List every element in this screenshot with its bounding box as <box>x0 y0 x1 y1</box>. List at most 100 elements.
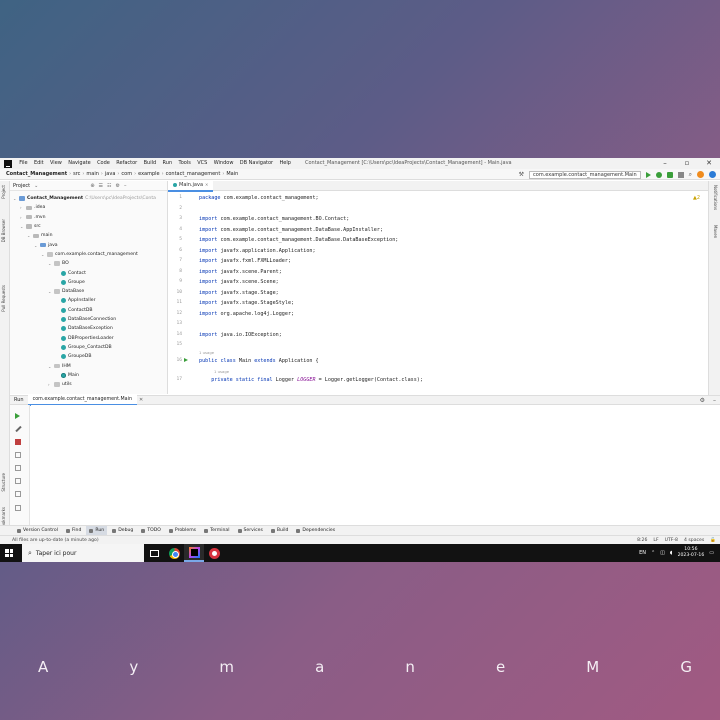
stop-icon[interactable] <box>15 439 21 445</box>
tree-item[interactable]: Groupe_ContactDB <box>55 343 112 352</box>
debug-icon[interactable] <box>655 171 662 178</box>
breadcrumb-item[interactable]: java <box>103 171 117 177</box>
structure-tool-tab[interactable]: Structure <box>1 473 9 492</box>
usage-hint[interactable]: 1 usage <box>199 350 214 355</box>
pull-requests-tool-tab[interactable]: Pull Requests <box>1 285 9 312</box>
expand-arrow-icon[interactable]: ⌄ <box>13 196 17 201</box>
expand-all-icon[interactable]: ☰ <box>99 183 103 189</box>
taskbar-search[interactable]: ⌕ Taper ici pour <box>22 544 144 562</box>
project-tool-tab[interactable]: Project <box>1 185 9 199</box>
maven-tool-tab[interactable]: Maven <box>713 225 718 238</box>
expand-arrow-icon[interactable]: ⌄ <box>48 261 52 266</box>
task-view-button[interactable] <box>144 544 164 562</box>
menu-refactor[interactable]: Refactor <box>113 158 140 169</box>
taskbar-clock[interactable]: 10:56 2023-07-16 <box>678 547 705 559</box>
tool-tab-dependencies[interactable]: Dependencies <box>293 526 338 535</box>
notifications-tool-tab[interactable]: Notifications <box>713 185 718 210</box>
tool-tab-debug[interactable]: Debug <box>109 526 136 535</box>
taskbar-intellij[interactable] <box>184 544 204 562</box>
breadcrumb-item[interactable]: Contact_Management <box>4 171 69 177</box>
breadcrumb-item[interactable]: src <box>71 171 82 177</box>
tree-item[interactable]: GroupeDB <box>55 352 92 361</box>
tree-item[interactable]: ⌄ com.example.contact_management <box>41 250 138 259</box>
rerun-icon[interactable] <box>15 413 20 419</box>
update-icon[interactable] <box>709 171 716 178</box>
usage-hint[interactable]: 1 usage <box>214 369 229 374</box>
tree-item[interactable]: ⌄ BO <box>48 259 69 268</box>
tree-item[interactable]: ⌄ IHM <box>48 361 71 370</box>
collapse-arrow-icon[interactable]: › <box>20 205 24 210</box>
tool-tab-services[interactable]: Services <box>235 526 266 535</box>
close-run-tab-icon[interactable]: ✕ <box>139 397 143 403</box>
avatar-icon[interactable] <box>697 171 704 178</box>
maximize-button[interactable]: ▫ <box>676 158 698 169</box>
menu-navigate[interactable]: Navigate <box>65 158 94 169</box>
language-indicator[interactable]: EN <box>639 550 646 556</box>
expand-arrow-icon[interactable]: ⌄ <box>20 224 24 229</box>
run-icon[interactable] <box>645 171 651 178</box>
tree-item[interactable]: › .mvn <box>20 213 46 222</box>
menu-file[interactable]: File <box>16 158 31 169</box>
expand-arrow-icon[interactable]: ⌄ <box>41 252 45 257</box>
locate-icon[interactable]: ⊕ <box>90 183 94 189</box>
db-browser-tool-tab[interactable]: DB Browser <box>1 219 9 242</box>
chevron-up-icon[interactable]: ⌃ <box>651 550 655 556</box>
tree-item[interactable]: › .idea <box>20 203 45 212</box>
tool-tab-run[interactable]: Run <box>86 526 108 535</box>
tree-item[interactable]: ⌄ main <box>27 231 52 240</box>
gear-icon[interactable]: ⚙ <box>700 397 705 404</box>
collapse-arrow-icon[interactable]: › <box>20 215 24 220</box>
tool-tab-terminal[interactable]: Terminal <box>201 526 232 535</box>
tree-item[interactable]: Groupe <box>55 278 85 287</box>
minimize-button[interactable]: – <box>654 158 676 169</box>
tool-tab-problems[interactable]: Problems <box>166 526 199 535</box>
stop-icon[interactable] <box>677 171 684 178</box>
expand-arrow-icon[interactable]: ⌄ <box>48 364 52 369</box>
start-button[interactable] <box>0 544 18 562</box>
menu-run[interactable]: Run <box>159 158 175 169</box>
run-gutter-icon[interactable] <box>184 358 188 362</box>
gear-icon[interactable]: ⚙ <box>115 183 119 189</box>
breadcrumb-item[interactable]: Main <box>224 171 240 177</box>
coverage-icon[interactable] <box>666 171 673 178</box>
tree-item[interactable]: AppInstaller <box>55 296 96 305</box>
trash-icon[interactable] <box>15 478 21 484</box>
tree-item[interactable]: ContactDB <box>55 306 93 315</box>
tree-item[interactable]: ⌄ DataBase <box>48 287 84 296</box>
tool-tab-build[interactable]: Build <box>268 526 292 535</box>
close-button[interactable]: ✕ <box>698 158 720 169</box>
tree-item[interactable]: Main <box>55 371 79 380</box>
hide-icon[interactable]: – <box>124 183 127 189</box>
run-console-output[interactable] <box>31 405 720 525</box>
expand-arrow-icon[interactable]: ⌄ <box>27 233 31 238</box>
tree-item[interactable]: ⌄ java <box>34 241 58 250</box>
close-tab-icon[interactable]: ✕ <box>205 180 208 190</box>
menu-view[interactable]: View <box>47 158 65 169</box>
hide-icon[interactable]: – <box>713 397 716 404</box>
menu-build[interactable]: Build <box>140 158 159 169</box>
expand-arrow-icon[interactable]: ⌄ <box>34 243 38 248</box>
menu-db-navigator[interactable]: DB Navigator <box>237 158 277 169</box>
taskbar-recorder[interactable] <box>204 544 224 562</box>
menu-code[interactable]: Code <box>94 158 113 169</box>
tree-item[interactable]: Contact <box>55 268 86 277</box>
print-icon[interactable] <box>15 465 21 471</box>
tree-item[interactable]: DBPropertiesLoader <box>55 334 114 343</box>
menu-vcs[interactable]: VCS <box>194 158 210 169</box>
collapse-arrow-icon[interactable]: › <box>48 382 52 387</box>
network-icon[interactable]: ◫ <box>660 550 665 556</box>
chevron-down-icon[interactable]: ⌄ <box>34 183 38 189</box>
collapse-all-icon[interactable]: ☷ <box>107 183 111 189</box>
taskbar-chrome[interactable] <box>164 544 184 562</box>
tree-item[interactable]: ⌄ src <box>20 222 41 231</box>
breadcrumb-item[interactable]: contact_management <box>164 171 223 177</box>
menu-help[interactable]: Help <box>276 158 294 169</box>
camera-icon[interactable] <box>15 452 21 458</box>
tool-tab-version-control[interactable]: Version Control <box>14 526 61 535</box>
settings-icon[interactable] <box>15 491 21 497</box>
menu-window[interactable]: Window <box>211 158 237 169</box>
hammer-icon[interactable]: ⚒ <box>519 171 524 178</box>
tree-item[interactable]: DataBaseConnection <box>55 315 116 324</box>
tool-tab-find[interactable]: Find <box>63 526 84 535</box>
tree-item[interactable]: DataBaseException <box>55 324 113 333</box>
